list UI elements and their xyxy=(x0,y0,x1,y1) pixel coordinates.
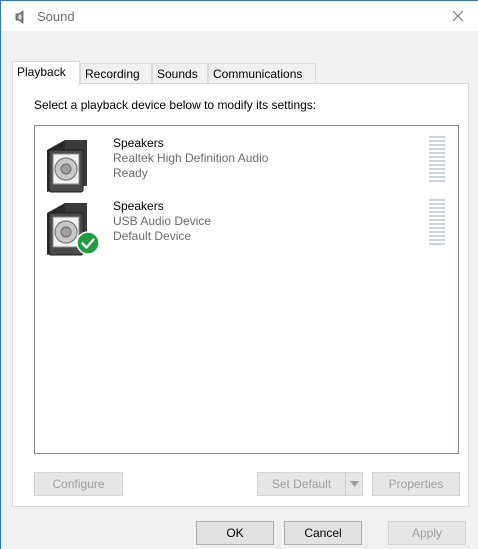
device-details: Speakers Realtek High Definition Audio R… xyxy=(113,136,268,181)
tab-label: Playback xyxy=(17,65,66,79)
device-item[interactable]: Speakers USB Audio Device Default Device xyxy=(35,199,458,261)
instruction-text: Select a playback device below to modify… xyxy=(34,98,317,112)
apply-button[interactable]: Apply xyxy=(388,521,466,545)
configure-label: Configure xyxy=(52,477,105,491)
checkmark-icon xyxy=(76,231,100,255)
device-name: Speakers xyxy=(113,136,164,150)
device-status: Default Device xyxy=(113,229,192,243)
speaker-device-icon xyxy=(45,136,91,194)
device-description: Realtek High Definition Audio xyxy=(113,151,269,165)
tab-sounds[interactable]: Sounds xyxy=(152,63,208,84)
tab-label: Recording xyxy=(85,67,140,81)
device-name: Speakers xyxy=(113,199,164,213)
speaker-icon xyxy=(13,9,29,25)
set-default-dropdown[interactable] xyxy=(345,473,362,495)
level-meter xyxy=(429,199,445,249)
close-button[interactable] xyxy=(438,1,478,31)
title-bar[interactable]: Sound xyxy=(1,1,478,31)
tab-playback[interactable]: Playback xyxy=(12,61,80,85)
playback-panel: Select a playback device below to modify… xyxy=(12,83,469,507)
cancel-button[interactable]: Cancel xyxy=(284,521,362,545)
window-title: Sound xyxy=(37,9,75,24)
tab-label: Communications xyxy=(213,67,303,81)
set-default-label: Set Default xyxy=(271,477,332,491)
chevron-down-icon xyxy=(349,481,359,487)
level-meter xyxy=(429,136,445,186)
set-default-button[interactable]: Set Default xyxy=(257,472,363,496)
apply-label: Apply xyxy=(411,526,443,540)
device-item[interactable]: Speakers Realtek High Definition Audio R… xyxy=(35,136,458,198)
properties-button[interactable]: Properties xyxy=(372,472,460,496)
device-list[interactable]: Speakers Realtek High Definition Audio R… xyxy=(34,125,459,454)
device-description: USB Audio Device xyxy=(113,214,212,228)
configure-button[interactable]: Configure xyxy=(34,472,123,496)
device-status: Ready xyxy=(113,166,148,180)
ok-label: OK xyxy=(226,526,244,540)
ok-button[interactable]: OK xyxy=(196,521,274,545)
tab-communications[interactable]: Communications xyxy=(208,63,316,84)
close-icon xyxy=(452,10,464,22)
tab-label: Sounds xyxy=(157,67,198,81)
sound-dialog: Sound Playback Recording Sounds Communic… xyxy=(0,0,478,549)
cancel-label: Cancel xyxy=(304,526,342,540)
properties-label: Properties xyxy=(388,477,444,491)
tab-recording[interactable]: Recording xyxy=(80,63,152,84)
device-details: Speakers USB Audio Device Default Device xyxy=(113,199,211,244)
